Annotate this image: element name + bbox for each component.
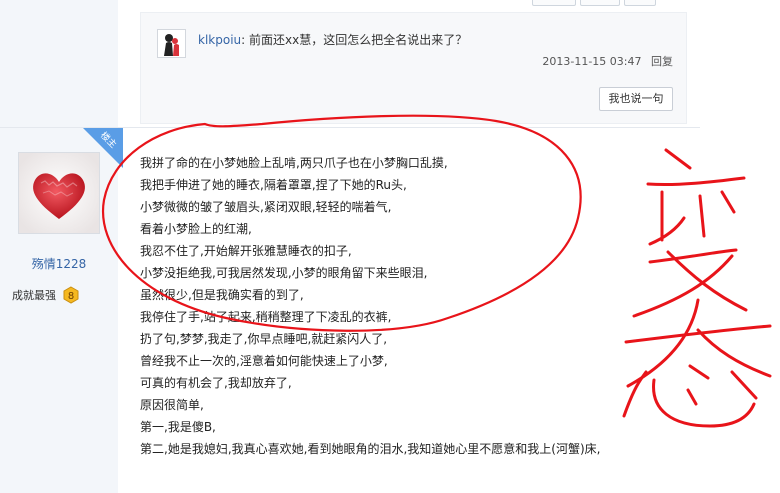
post-line: 可真的有机会了,我却放弃了, [140, 376, 292, 390]
post-line: 我把手伸进了她的睡衣,隔着罩罩,捏了下她的Ru头, [140, 178, 407, 192]
reply-timestamp: 2013-11-15 03:47 [542, 55, 642, 68]
post-line: 第一,我是傻B, [140, 420, 216, 434]
reply-link[interactable]: 回复 [651, 55, 673, 68]
post-line: 第二,她是我媳妇,我真心喜欢她,看到她眼角的泪水,我知道她心里不愿意和我上(河蟹… [140, 442, 601, 456]
post-line: 我拼了命的在小梦她脸上乱啃,两只爪子也在小梦胸口乱摸, [140, 156, 448, 170]
reply-text: 前面还xx慧，这回怎么把全名说出来了？ [249, 33, 468, 47]
author-sidebar [0, 0, 118, 493]
post-line: 虽然很少,但是我确实看的到了, [140, 288, 304, 302]
post-line: 扔了句,梦梦,我走了,你早点睡吧,就赶紧闪人了, [140, 332, 388, 346]
reply-separator: : [241, 33, 249, 47]
post-content: 我拼了命的在小梦她脸上乱啃,两只爪子也在小梦胸口乱摸, 我把手伸进了她的睡衣,隔着… [140, 152, 700, 460]
author-name[interactable]: 殇情1228 [0, 255, 118, 272]
reply-comment: klkpoiu: 前面还xx慧，这回怎么把全名说出来了？ [198, 31, 467, 48]
post-line: 原因很简单, [140, 398, 204, 412]
post-line: 曾经我不止一次的,淫意着如何能快速上了小梦, [140, 354, 388, 368]
reply-username[interactable]: klkpoiu [198, 33, 241, 47]
level-badge-icon[interactable]: 8 [62, 286, 80, 304]
prev-floor-button[interactable] [532, 0, 576, 6]
post-line: 小梦微微的皱了皱眉头,紧闭双眼,轻轻的喘着气, [140, 200, 392, 214]
level-badge-number: 8 [68, 291, 74, 302]
reply-avatar[interactable] [157, 29, 186, 58]
post-line: 看着小梦脸上的红潮, [140, 222, 252, 236]
post-line: 小梦没拒绝我,可我居然发现,小梦的眼角留下来些眼泪, [140, 266, 428, 280]
post-line: 我停住了手,站了起来,稍稍整理了下凌乱的衣裤, [140, 310, 392, 324]
author-rank-label: 成就最强 [12, 289, 56, 302]
prev-floor-button[interactable] [624, 0, 656, 6]
prev-floor-button[interactable] [580, 0, 620, 6]
author-rank: 成就最强 8 [12, 286, 80, 305]
reply-meta: 2013-11-15 03:47 回复 [542, 53, 673, 69]
author-avatar[interactable] [18, 152, 100, 234]
post-line: 我忍不住了,开始解开张雅慧睡衣的扣子, [140, 244, 352, 258]
say-something-button[interactable]: 我也说一句 [599, 87, 673, 111]
